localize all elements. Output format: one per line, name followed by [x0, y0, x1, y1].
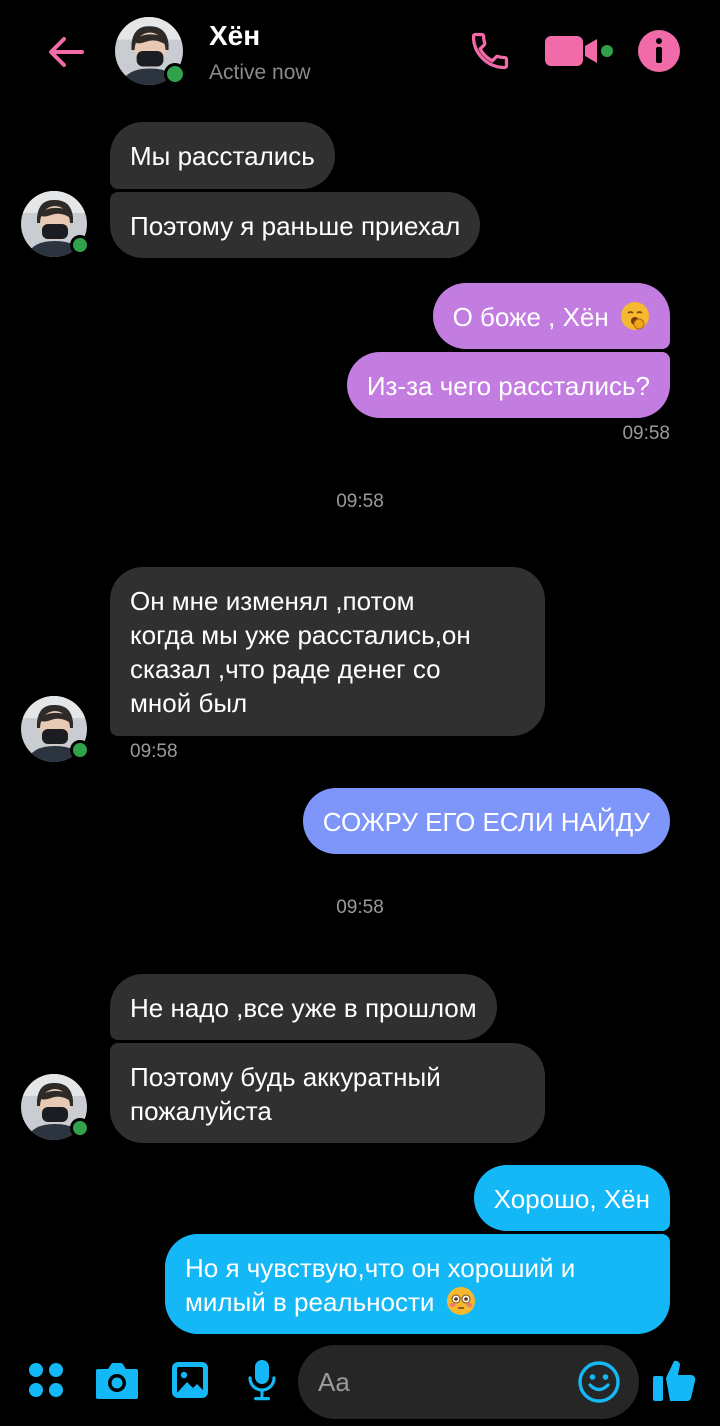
- message-line: сказал ,что раде денег со: [130, 654, 441, 684]
- message-text: милый в реальности: [185, 1287, 435, 1317]
- gallery-button[interactable]: [168, 1354, 212, 1406]
- sender-avatar[interactable]: [21, 191, 90, 257]
- time-separator: 09:58: [336, 897, 384, 918]
- sender-avatar[interactable]: [21, 696, 90, 762]
- message-text: Хорошо, Хён: [493, 1184, 650, 1214]
- online-indicator: [70, 740, 90, 760]
- message-text: СОЖРУ ЕГО ЕСЛИ НАЙДУ: [322, 807, 650, 837]
- flushed-face-emoji-icon: [446, 1287, 475, 1315]
- four-dots-icon: [29, 1363, 63, 1397]
- message-timestamp: 09:58: [622, 423, 670, 444]
- emoji-button[interactable]: [575, 1358, 623, 1406]
- back-arrow-icon: [49, 37, 84, 67]
- contact-avatar[interactable]: [115, 17, 186, 85]
- message-text: О боже , Хён: [452, 302, 609, 332]
- outgoing-message[interactable]: Но я чувствую,что он хороший и милый в р…: [165, 1234, 670, 1334]
- online-indicator: [164, 63, 186, 85]
- time-separator: 09:58: [336, 491, 384, 512]
- message-line: пожалуйста: [130, 1096, 272, 1126]
- outgoing-message[interactable]: Хорошо, Хён: [473, 1165, 670, 1231]
- message-timestamp: 09:58: [130, 741, 178, 762]
- microphone-icon: [248, 1360, 276, 1401]
- voice-call-button[interactable]: [466, 26, 514, 76]
- incoming-message[interactable]: Не надо ,все уже в прошлом: [110, 974, 497, 1040]
- incoming-message[interactable]: Поэтому будь аккуратный пожалуйста: [110, 1043, 545, 1143]
- phone-icon: [471, 32, 509, 70]
- sender-avatar[interactable]: [21, 1074, 90, 1140]
- incoming-message[interactable]: Поэтому я раньше приехал: [110, 192, 481, 258]
- video-call-button[interactable]: [541, 26, 616, 76]
- message-line: Поэтому будь аккуратный: [130, 1062, 441, 1092]
- info-icon: [638, 30, 680, 72]
- info-button[interactable]: [634, 26, 684, 76]
- contact-name[interactable]: Хён: [209, 20, 260, 52]
- voice-message-button[interactable]: [241, 1354, 283, 1406]
- message-text: Поэтому я раньше приехал: [130, 211, 461, 241]
- more-actions-button[interactable]: [24, 1354, 68, 1406]
- back-button[interactable]: [40, 26, 92, 78]
- message-line: мной был: [130, 688, 248, 718]
- camera-icon: [96, 1363, 138, 1399]
- online-indicator: [70, 235, 90, 255]
- active-status: Active now: [209, 61, 311, 84]
- image-icon: [172, 1362, 208, 1398]
- message-line: Он мне изменял ,потом: [130, 586, 415, 616]
- outgoing-message[interactable]: О боже , Хён: [432, 283, 670, 349]
- message-input-container: [298, 1345, 639, 1419]
- outgoing-message[interactable]: Из-за чего расстались?: [346, 352, 670, 418]
- incoming-message[interactable]: Мы расстались: [110, 122, 335, 189]
- incoming-message[interactable]: Он мне изменял ,потом когда мы уже расст…: [110, 567, 545, 736]
- message-input[interactable]: [318, 1345, 558, 1419]
- conversation-header: Хён Active now: [0, 0, 720, 100]
- outgoing-message[interactable]: СОЖРУ ЕГО ЕСЛИ НАЙДУ: [302, 788, 670, 854]
- message-line: милый в реальности: [185, 1285, 650, 1319]
- message-line: когда мы уже расстались,он: [130, 620, 471, 650]
- message-text: Из-за чего расстались?: [366, 371, 650, 401]
- thumbs-up-icon: [653, 1360, 696, 1401]
- message-text: Не надо ,все уже в прошлом: [130, 993, 477, 1023]
- message-text: Мы расстались: [130, 141, 315, 171]
- video-camera-icon: [544, 36, 613, 66]
- like-button[interactable]: [649, 1354, 699, 1406]
- smiley-icon: [578, 1361, 620, 1403]
- composer-bar: [0, 1340, 720, 1426]
- camera-button[interactable]: [93, 1354, 141, 1406]
- online-indicator: [70, 1118, 90, 1138]
- message-line: Но я чувствую,что он хороший и: [185, 1253, 576, 1283]
- yawning-face-emoji-icon: [621, 302, 649, 330]
